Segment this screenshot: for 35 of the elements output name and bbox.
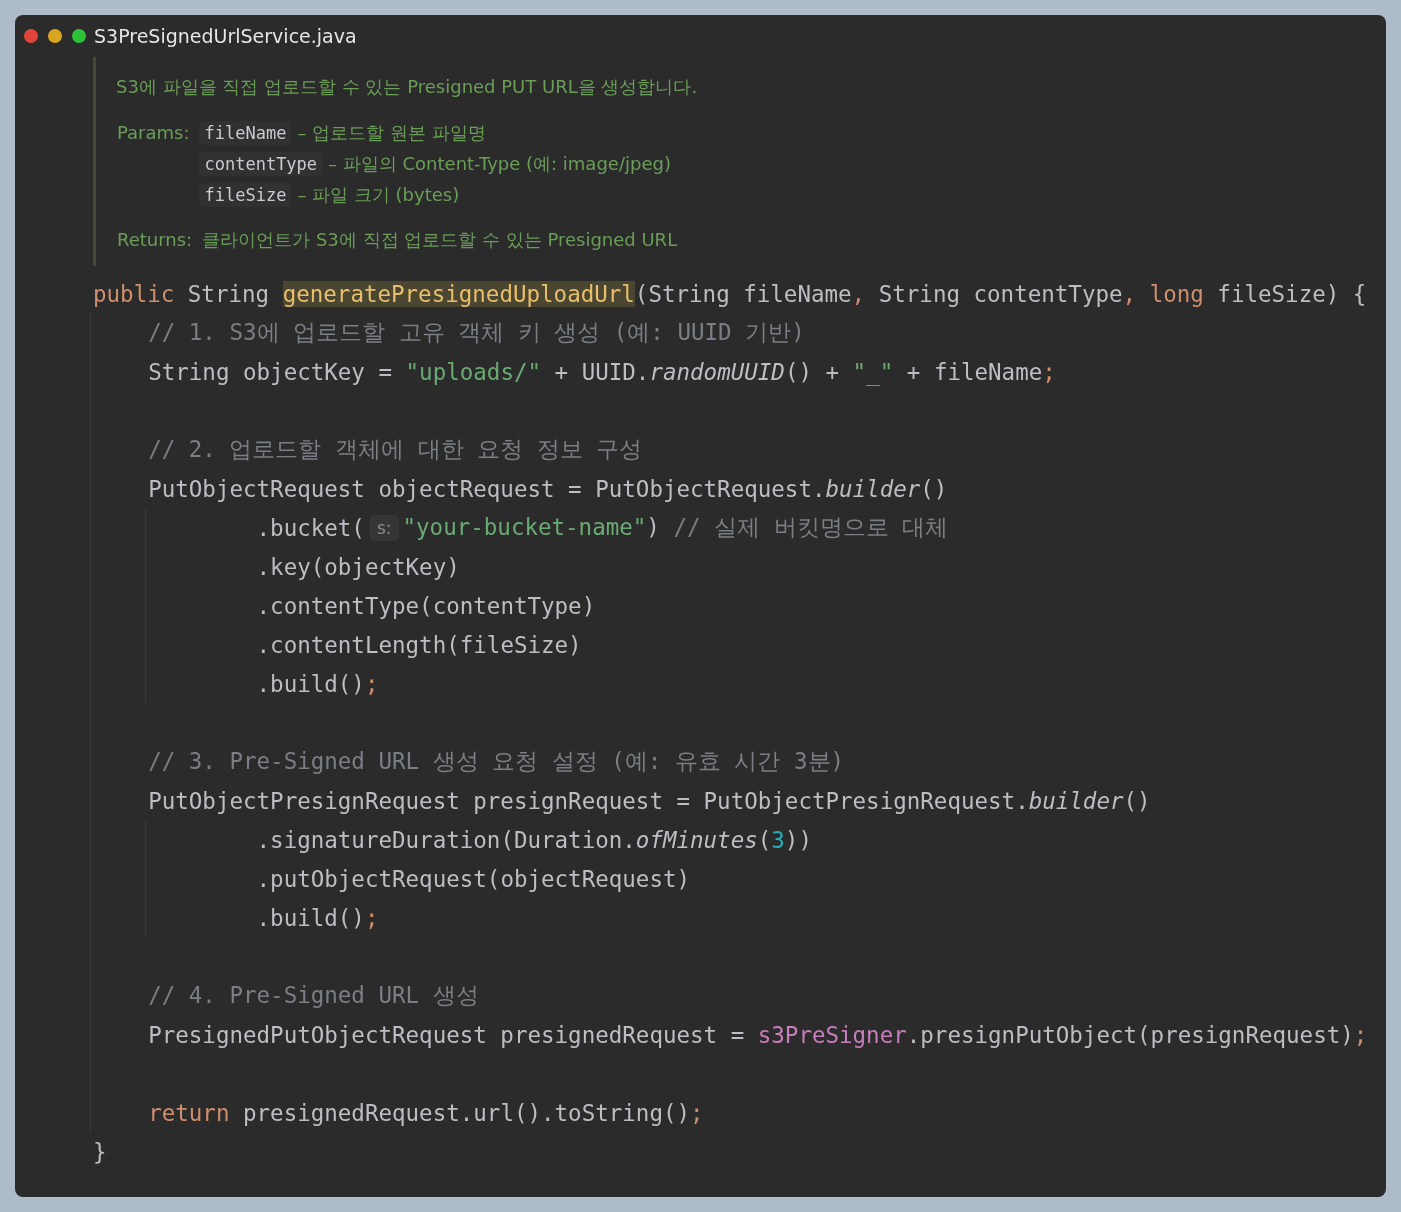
params-label: Params: (117, 121, 190, 145)
code-line: .contentType(contentType) (256, 592, 596, 619)
parameter-name: fileSize (199, 182, 292, 207)
parameter-name: contentType (199, 151, 323, 176)
code-line: .bucket( (256, 514, 365, 541)
code-line: PutObjectRequest objectRequest = PutObjectRequest.builder() (148, 475, 948, 502)
close-button[interactable] (24, 29, 38, 43)
returns-description: 클라이언트가 S3에 직접 업로드할 수 있는 Presigned URL (202, 228, 678, 252)
code-line: return presignedRequest.url().toString(); (148, 1099, 704, 1126)
minimize-button[interactable] (48, 29, 62, 43)
code-line: "your-bucket-name") // 실제 버킷명으로 대체 (402, 513, 949, 542)
parameter-hint: s: (369, 514, 399, 541)
parameter-description: – 파일 크기 (bytes) (297, 182, 460, 207)
code-line: .putObjectRequest(objectRequest) (256, 865, 691, 892)
code-line: public String generatePresignedUploadUrl(String fileName, String contentType, long fileSize) { (93, 280, 1367, 307)
code-line: // 4. Pre-Signed URL 생성 (148, 981, 479, 1010)
parameter-description: – 업로드할 원본 파일명 (297, 120, 486, 145)
code-line: .contentLength(fileSize) (256, 631, 582, 658)
code-line: // 1. S3에 업로드할 고유 객체 키 생성 (예: UUID 기반) (148, 318, 805, 347)
maximize-button[interactable] (72, 29, 86, 43)
code-line: .key(objectKey) (256, 553, 460, 580)
parameter-name: fileName (199, 120, 292, 145)
code-line: // 3. Pre-Signed URL 생성 요청 설정 (예: 유효 시간 3분) (148, 747, 845, 776)
returns-label: Returns: (117, 228, 193, 252)
code-line: String objectKey = "uploads/" + UUID.randomUUID() + "_" + fileName; (148, 358, 1056, 385)
code-line: .build(); (256, 670, 379, 697)
code-line: // 2. 업로드할 객체에 대한 요청 정보 구성 (148, 435, 643, 464)
doc-description: S3에 파일을 직접 업로드할 수 있는 Presigned PUT URL을 생성합니다. (116, 75, 699, 99)
code-line: PresignedPutObjectRequest presignedRequest = s3PreSigner.presignPutObject(presignRequest); (148, 1021, 1368, 1048)
code-line: PutObjectPresignRequest presignRequest = PutObjectPresignRequest.builder() (148, 787, 1151, 814)
code-line: } (93, 1138, 107, 1165)
code-line: .signatureDuration(Duration.ofMinutes(3)) (256, 826, 812, 853)
file-title: S3PreSignedUrlService.java (94, 25, 357, 47)
code-line: .build(); (256, 904, 379, 931)
parameter-description: – 파일의 Content-Type (예: image/jpeg) (328, 151, 671, 176)
